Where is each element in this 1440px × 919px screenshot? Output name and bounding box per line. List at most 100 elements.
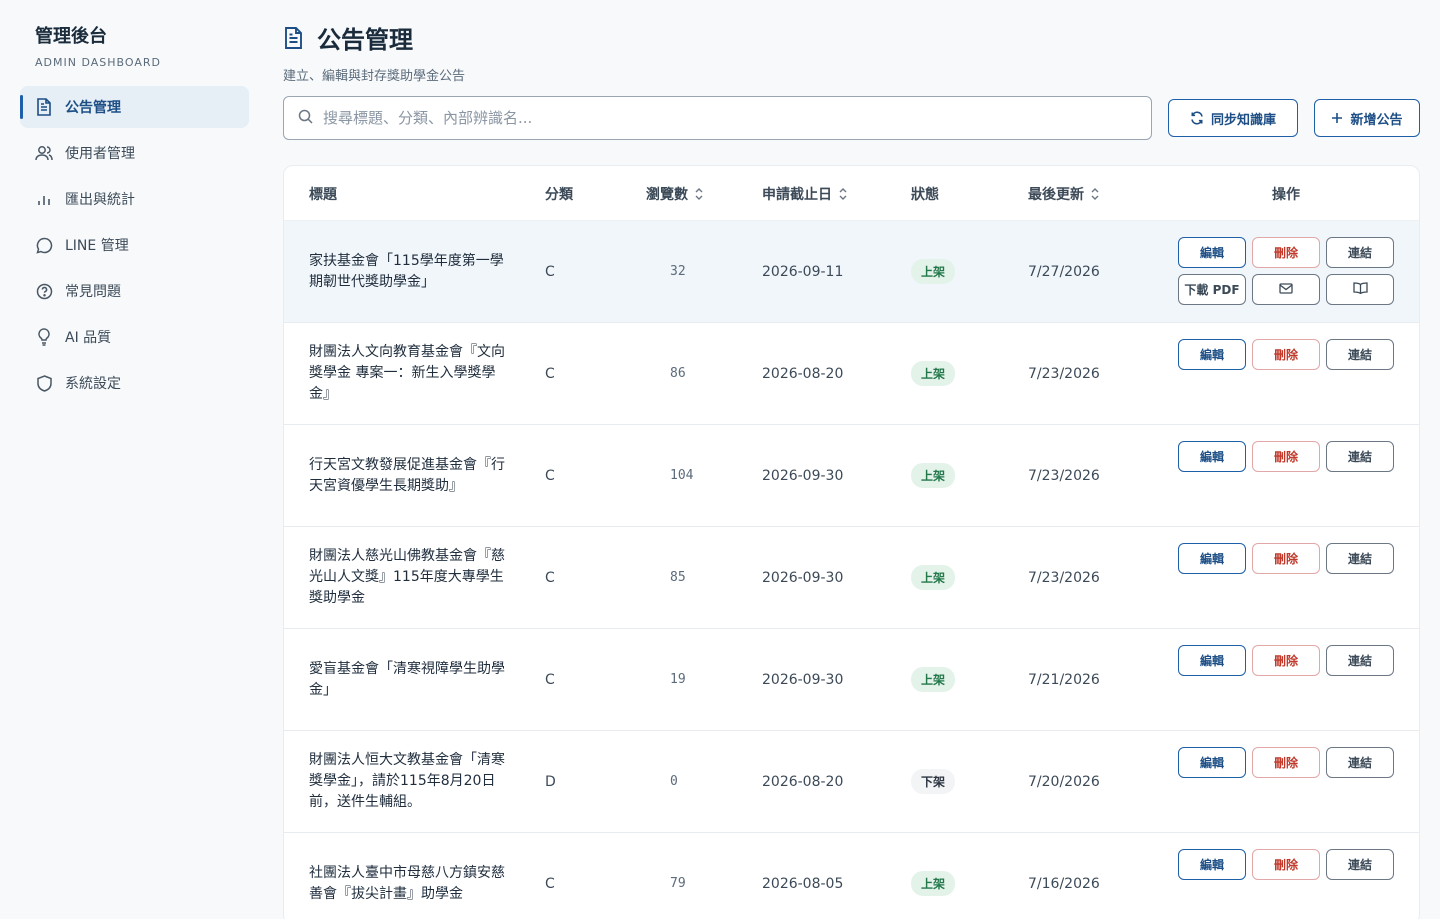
table-row: 行天宮文教發展促進基金會『行天宮資優學生長期獎助』 C 104 2026-09-… — [284, 425, 1419, 527]
page-title: 公告管理 — [283, 20, 883, 55]
table-row: 財團法人慈光山佛教基金會『慈光山人文獎』115年度大專學生獎助學金 C 85 2… — [284, 527, 1419, 629]
column-header-actions: 操作 — [1272, 186, 1300, 203]
cell-status: 下架 — [911, 731, 956, 832]
sidebar-item-settings[interactable]: 系統設定 — [20, 362, 249, 404]
link-button[interactable]: 連結 — [1326, 747, 1394, 778]
sync-knowledge-base-button[interactable]: 同步知識庫 — [1168, 99, 1298, 137]
row-actions: 編輯 刪除 連結 — [1178, 645, 1398, 676]
sync-label: 同步知識庫 — [1210, 112, 1276, 128]
edit-button[interactable]: 編輯 — [1178, 849, 1246, 880]
edit-button[interactable]: 編輯 — [1178, 339, 1246, 370]
download-pdf-button[interactable]: 下載 PDF — [1178, 274, 1246, 305]
new-announcement-button[interactable]: 新增公告 — [1314, 99, 1420, 137]
book-open-icon — [1352, 282, 1368, 297]
users-icon — [35, 144, 53, 162]
cell-status: 上架 — [911, 323, 956, 424]
email-button[interactable] — [1252, 274, 1320, 305]
cell-views: 85 — [670, 570, 686, 585]
row-actions: 編輯 刪除 連結 下載 PDF — [1178, 237, 1398, 305]
cell-title[interactable]: 愛盲基金會「清寒視障學生助學金」 — [309, 629, 509, 730]
cell-updated: 7/16/2026 — [1028, 875, 1100, 892]
status-badge: 上架 — [911, 667, 956, 692]
sidebar-item-label: 公告管理 — [65, 100, 121, 116]
row-actions: 編輯 刪除 連結 — [1178, 543, 1398, 574]
cell-status: 上架 — [911, 833, 956, 919]
cell-category: C — [545, 263, 555, 280]
column-header-deadline[interactable]: 申請截止日 — [762, 166, 848, 221]
status-badge: 下架 — [911, 769, 956, 794]
column-header-updated[interactable]: 最後更新 — [1028, 166, 1100, 221]
sidebar-item-label: 匯出與統計 — [65, 192, 135, 208]
page-title-text: 公告管理 — [317, 26, 413, 54]
cell-title[interactable]: 財團法人恒大文教基金會「清寒獎學金」，請於115年8月20日前，送件生輔組。 — [309, 731, 509, 832]
delete-button[interactable]: 刪除 — [1252, 849, 1320, 880]
sidebar-item-faq[interactable]: 常見問題 — [20, 270, 249, 312]
edit-button[interactable]: 編輯 — [1178, 237, 1246, 268]
sidebar-item-export-stats[interactable]: 匯出與統計 — [20, 178, 249, 220]
link-button[interactable]: 連結 — [1326, 645, 1394, 676]
cell-views: 86 — [670, 366, 686, 381]
cell-deadline: 2026-09-30 — [762, 467, 844, 484]
cell-title[interactable]: 財團法人慈光山佛教基金會『慈光山人文獎』115年度大專學生獎助學金 — [309, 527, 509, 628]
cell-views: 104 — [670, 468, 694, 483]
column-header-status: 狀態 — [911, 186, 939, 203]
cell-status: 上架 — [911, 629, 956, 730]
sort-icon — [838, 187, 848, 201]
sidebar-item-announcements[interactable]: 公告管理 — [20, 86, 249, 128]
search-input[interactable] — [323, 109, 1151, 127]
page-header: 公告管理 建立、編輯與封存獎助學金公告 — [283, 20, 883, 84]
delete-button[interactable]: 刪除 — [1252, 441, 1320, 472]
cell-title[interactable]: 社團法人臺中市母慈八方鎮安慈善會『拔尖計畫』助學金 — [309, 833, 509, 919]
cell-title[interactable]: 財團法人文向教育基金會『文向獎學金 專案一：新生入學獎學金』 — [309, 323, 509, 424]
lightbulb-icon — [35, 328, 53, 346]
link-button[interactable]: 連結 — [1326, 237, 1394, 268]
brand: 管理後台 ADMIN DASHBOARD — [35, 22, 161, 69]
sidebar-item-ai-quality[interactable]: AI 品質 — [20, 316, 249, 358]
cell-deadline: 2026-08-20 — [762, 773, 844, 790]
delete-button[interactable]: 刪除 — [1252, 747, 1320, 778]
sort-icon — [694, 187, 704, 201]
cell-status: 上架 — [911, 425, 956, 526]
cell-updated: 7/23/2026 — [1028, 569, 1100, 586]
cell-category: C — [545, 365, 555, 382]
brand-subtitle: ADMIN DASHBOARD — [35, 56, 161, 69]
cell-views: 79 — [670, 876, 686, 891]
edit-button[interactable]: 編輯 — [1178, 645, 1246, 676]
cell-deadline: 2026-09-11 — [762, 263, 844, 280]
plus-icon — [1331, 112, 1343, 124]
delete-button[interactable]: 刪除 — [1252, 645, 1320, 676]
edit-button[interactable]: 編輯 — [1178, 747, 1246, 778]
status-badge: 上架 — [911, 361, 956, 386]
cell-category: C — [545, 671, 555, 688]
delete-button[interactable]: 刪除 — [1252, 237, 1320, 268]
cell-title[interactable]: 行天宮文教發展促進基金會『行天宮資優學生長期獎助』 — [309, 425, 509, 526]
cell-status: 上架 — [911, 221, 956, 322]
link-button[interactable]: 連結 — [1326, 543, 1394, 574]
edit-button[interactable]: 編輯 — [1178, 543, 1246, 574]
page-subtitle: 建立、編輯與封存獎助學金公告 — [283, 69, 466, 84]
link-button[interactable]: 連結 — [1326, 849, 1394, 880]
knowledge-base-button[interactable] — [1326, 274, 1394, 305]
column-header-category: 分類 — [545, 186, 573, 203]
sidebar: 管理後台 ADMIN DASHBOARD 公告管理 使用者管理 匯出與統計 LI… — [0, 0, 265, 919]
column-header-views[interactable]: 瀏覽數 — [646, 166, 704, 221]
delete-button[interactable]: 刪除 — [1252, 543, 1320, 574]
table-header: 標題 分類 瀏覽數 申請截止日 狀態 最後更新 操作 — [284, 166, 1419, 221]
mail-icon — [1279, 282, 1293, 297]
column-header-title: 標題 — [309, 186, 337, 203]
status-badge: 上架 — [911, 871, 956, 896]
delete-button[interactable]: 刪除 — [1252, 339, 1320, 370]
table-row: 社團法人臺中市母慈八方鎮安慈善會『拔尖計畫』助學金 C 79 2026-08-0… — [284, 833, 1419, 919]
cell-deadline: 2026-08-20 — [762, 365, 844, 382]
cell-deadline: 2026-08-05 — [762, 875, 844, 892]
sidebar-item-users[interactable]: 使用者管理 — [20, 132, 249, 174]
cell-views: 32 — [670, 264, 686, 279]
link-button[interactable]: 連結 — [1326, 339, 1394, 370]
status-badge: 上架 — [911, 463, 956, 488]
edit-button[interactable]: 編輯 — [1178, 441, 1246, 472]
link-button[interactable]: 連結 — [1326, 441, 1394, 472]
sidebar-item-line[interactable]: LINE 管理 — [20, 224, 249, 266]
cell-title[interactable]: 家扶基金會「115學年度第一學期韌世代獎助學金」 — [309, 221, 509, 322]
sidebar-item-label: AI 品質 — [65, 330, 112, 346]
cell-views: 0 — [670, 774, 678, 789]
